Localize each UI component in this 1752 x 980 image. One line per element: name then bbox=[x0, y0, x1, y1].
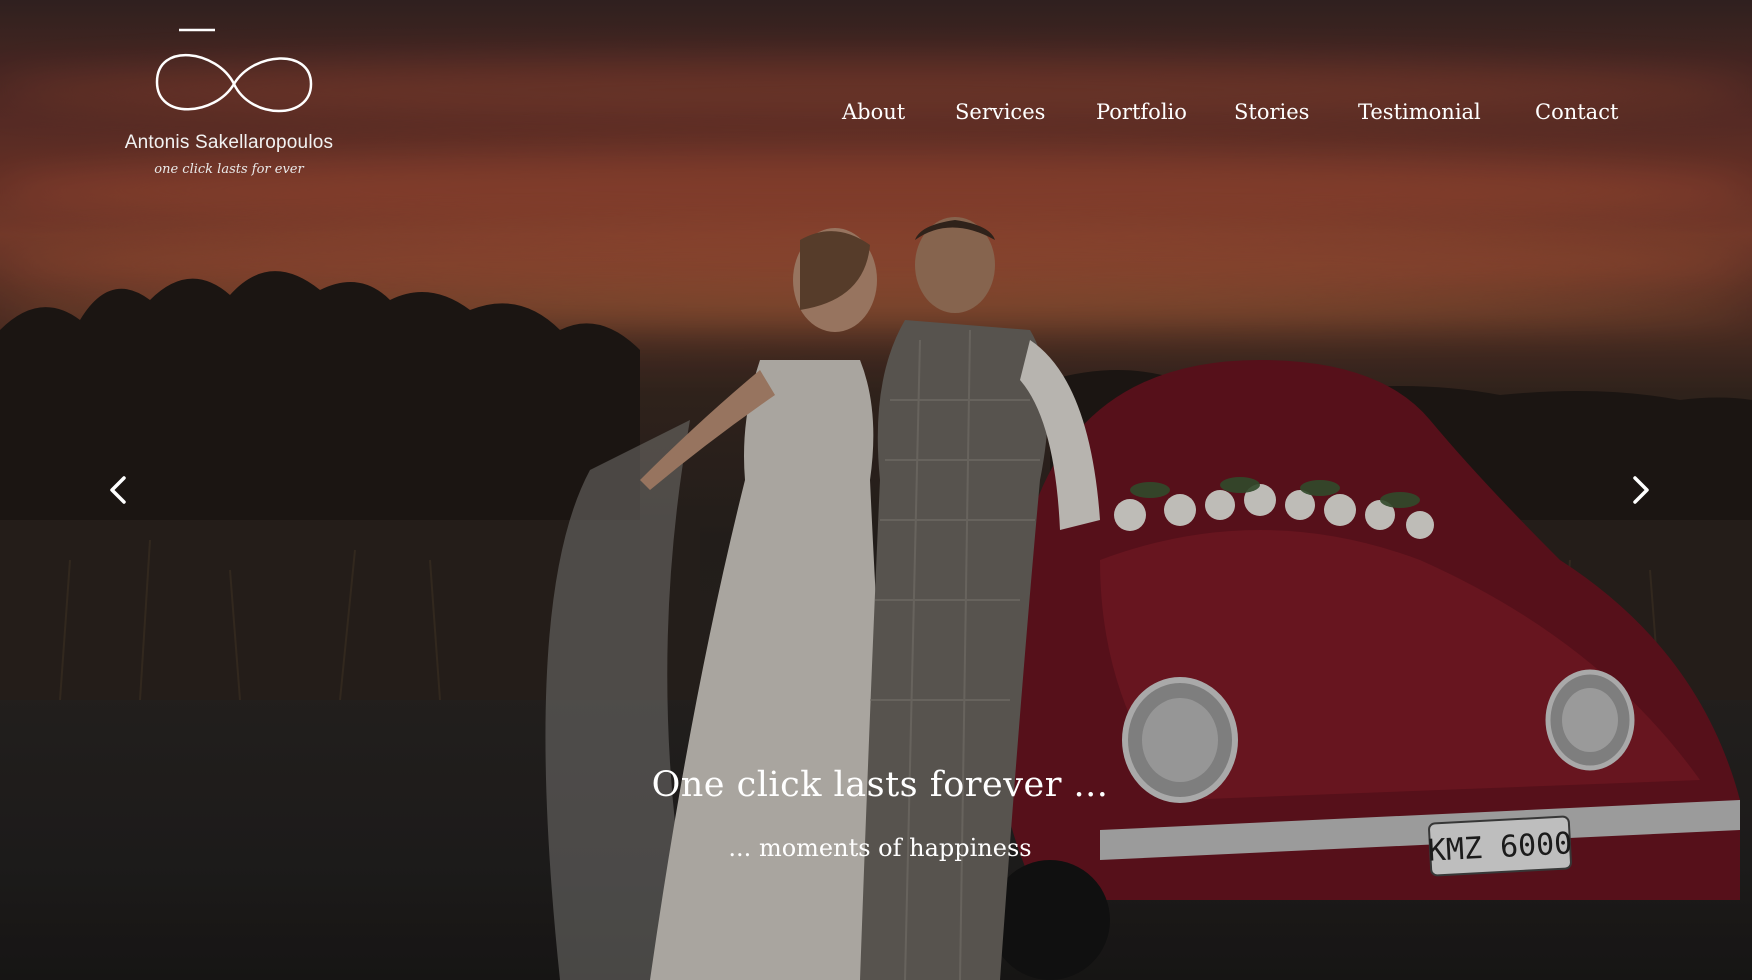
nav-services[interactable]: Services bbox=[955, 100, 1045, 124]
brand-name: Antonis Sakellaropoulos bbox=[124, 132, 334, 153]
nav-testimonial[interactable]: Testimonial bbox=[1358, 100, 1481, 124]
nav-contact[interactable]: Contact bbox=[1535, 100, 1618, 124]
chevron-right-icon bbox=[1633, 476, 1649, 504]
slider-prev-button[interactable] bbox=[99, 470, 139, 510]
hero-slider: KMZ 6000 Antonis Sakellaropoulos one cli… bbox=[0, 0, 1752, 980]
slide-caption-title: One click lasts forever ... bbox=[651, 765, 1109, 805]
chevron-left-icon bbox=[110, 476, 126, 504]
brand-tagline: one click lasts for ever bbox=[154, 162, 304, 177]
slider-next-button[interactable] bbox=[1620, 470, 1660, 510]
nav-stories[interactable]: Stories bbox=[1234, 100, 1309, 124]
nav-about[interactable]: About bbox=[842, 100, 905, 124]
main-nav: About Services Portfolio Stories Testimo… bbox=[0, 100, 1752, 132]
slide-caption-subtitle: ... moments of happiness bbox=[728, 834, 1032, 862]
nav-portfolio[interactable]: Portfolio bbox=[1096, 100, 1187, 124]
